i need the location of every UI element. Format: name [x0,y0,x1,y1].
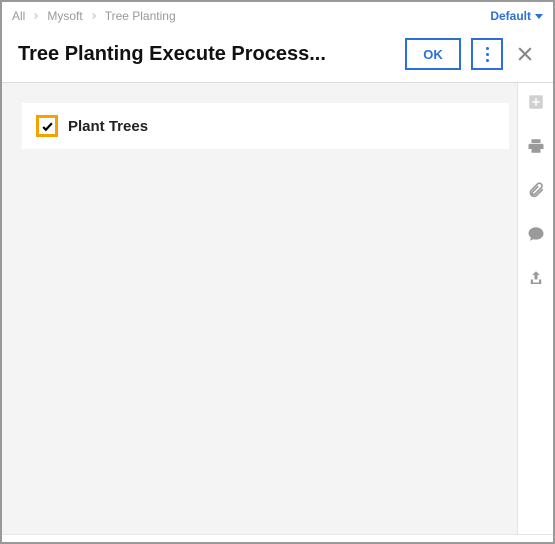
share-icon [527,269,545,287]
body-area: Plant Trees [2,83,553,534]
layout-dropdown-label: Default [490,9,531,23]
chevron-right-icon [31,11,41,21]
caret-down-icon [535,14,543,19]
share-button[interactable] [523,265,549,291]
attachment-icon [527,181,545,199]
add-icon [527,93,545,111]
task-label: Plant Trees [68,118,148,135]
add-button [523,89,549,115]
chat-icon [527,225,545,243]
kebab-dot-icon [486,47,489,50]
breadcrumb: All Mysoft Tree Planting [12,9,176,23]
close-button[interactable] [513,42,537,66]
ok-button[interactable]: OK [405,38,461,70]
breadcrumb-item[interactable]: Mysoft [47,9,82,23]
app-window: All Mysoft Tree Planting Default Tree Pl… [0,0,555,544]
layout-dropdown[interactable]: Default [490,9,543,23]
print-button[interactable] [523,133,549,159]
close-icon [515,44,535,64]
process-card: Plant Trees [22,103,509,149]
content-column: Plant Trees [22,103,509,528]
footer-edge [2,534,553,542]
kebab-dot-icon [486,59,489,62]
chevron-right-icon [89,11,99,21]
print-icon [527,137,545,155]
task-checkbox[interactable] [36,115,58,137]
top-bar: All Mysoft Tree Planting Default [2,2,553,30]
attachment-button[interactable] [523,177,549,203]
kebab-dot-icon [486,53,489,56]
breadcrumb-item[interactable]: Tree Planting [105,9,176,23]
checkmark-icon [41,120,54,133]
side-rail [517,83,553,534]
page-title: Tree Planting Execute Process... [18,43,395,66]
header-row: Tree Planting Execute Process... OK [2,30,553,83]
more-actions-button[interactable] [471,38,503,70]
breadcrumb-item[interactable]: All [12,9,25,23]
chat-button[interactable] [523,221,549,247]
